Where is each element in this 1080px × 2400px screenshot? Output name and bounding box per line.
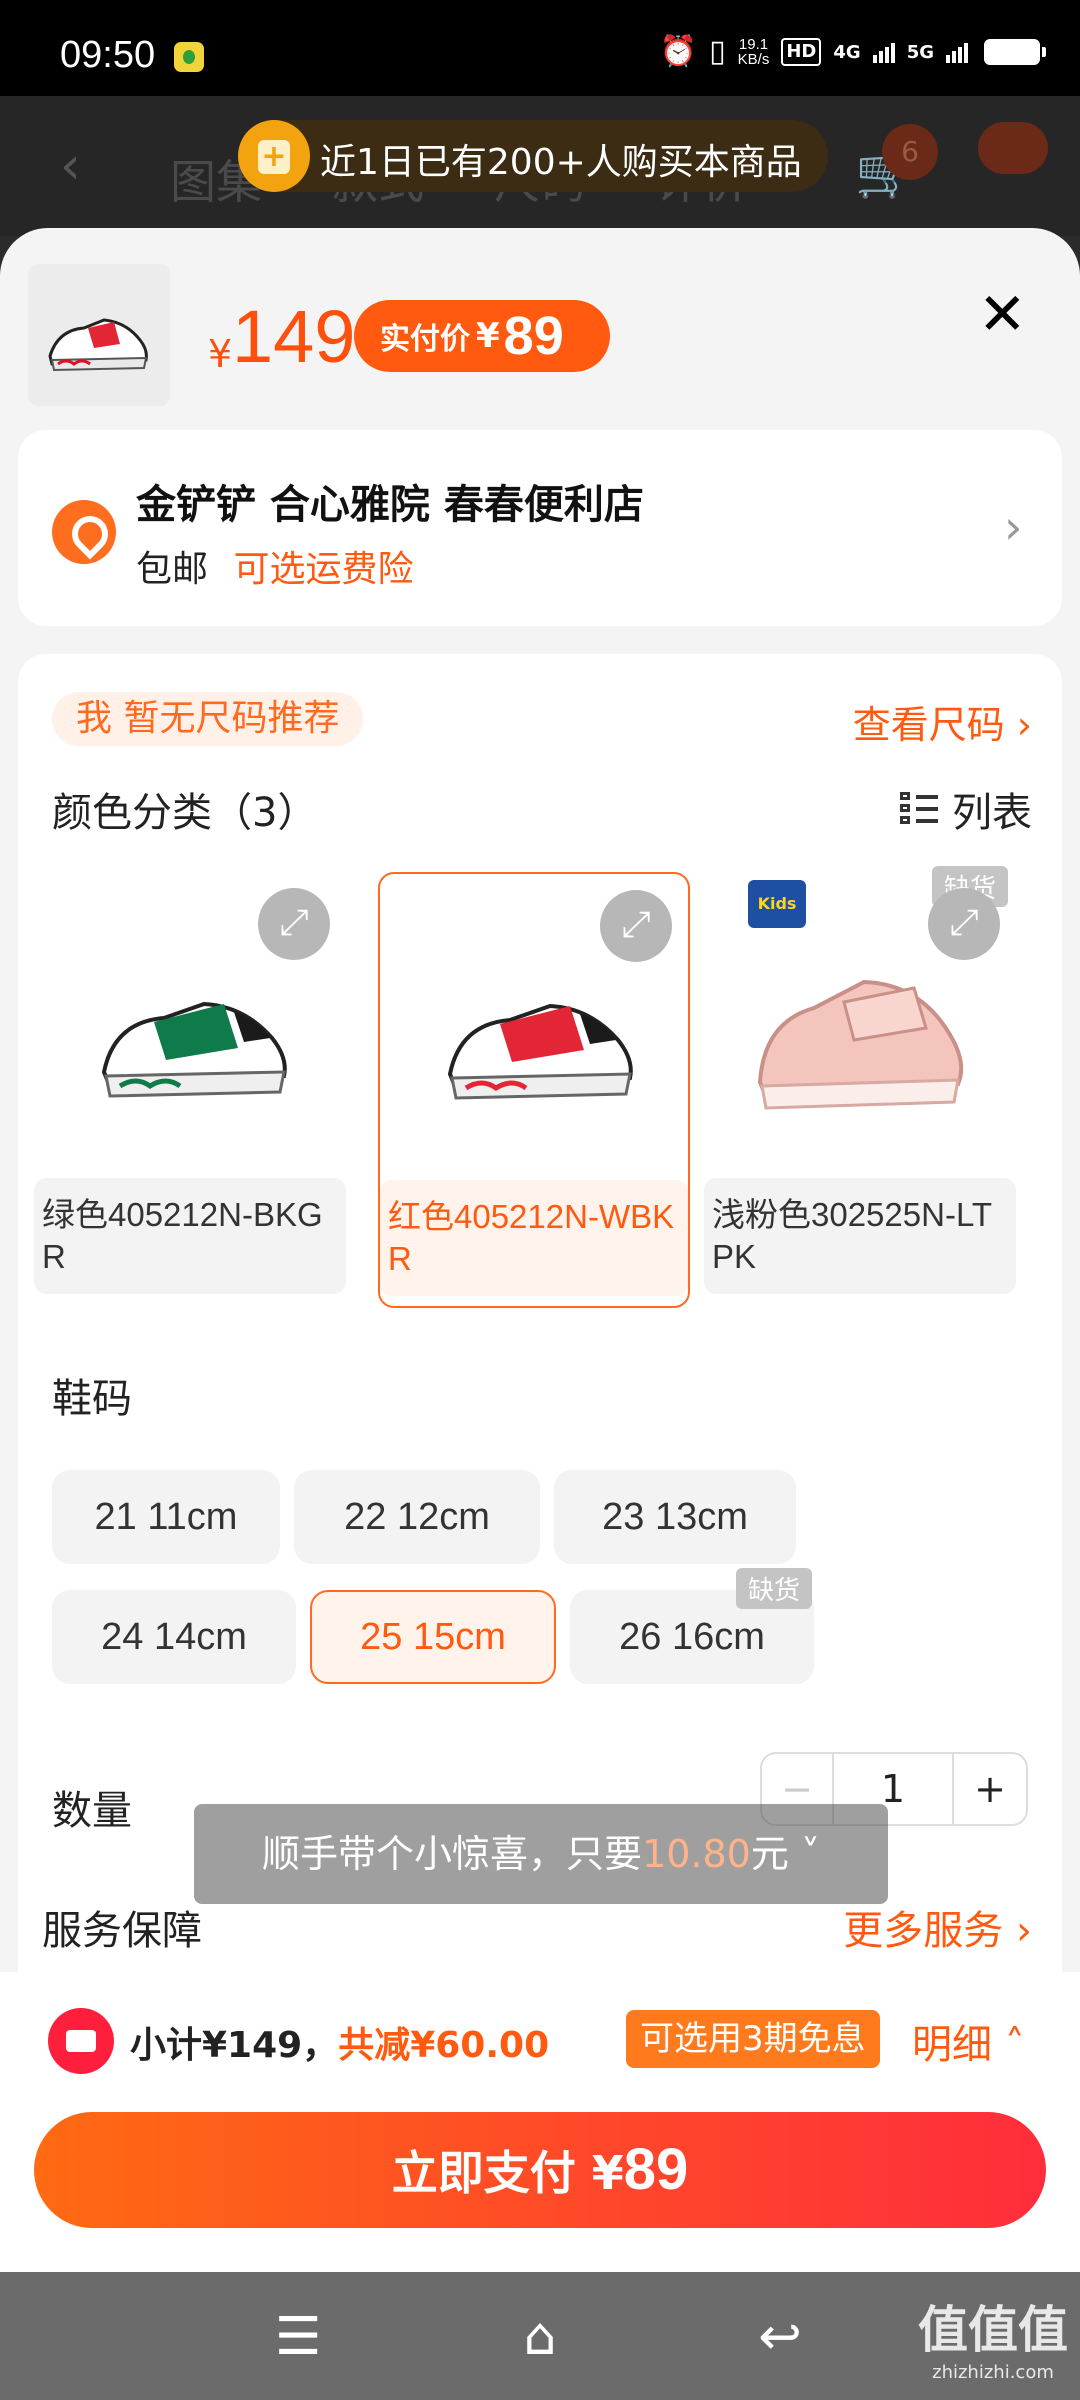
shipping-insurance-link[interactable]: 可选运费险 xyxy=(233,549,413,590)
color-label: 绿色405212N-BKGR xyxy=(34,1178,346,1294)
store-card[interactable]: 金铲铲 合心雅院 春春便利店 包邮 可选运费险 › xyxy=(18,430,1062,626)
signal-icon-2 xyxy=(946,41,968,63)
watermark: 值值值 zhizhizhi.com xyxy=(918,2290,1068,2383)
promo-text: 近1日已有200+人购买本商品 xyxy=(320,142,802,183)
color-option-green[interactable]: ⤢ 绿色405212N-BKGR xyxy=(34,872,346,1308)
size-option-25[interactable]: 25 15cm xyxy=(310,1590,556,1684)
cart-badge: 6 xyxy=(882,124,938,180)
pay-now-currency: ¥ xyxy=(591,2146,624,2200)
more-icon[interactable] xyxy=(978,122,1048,174)
vibrate-icon: ▯ xyxy=(709,34,726,69)
color-label: 浅粉色302525N-LTPK xyxy=(704,1178,1016,1294)
checkout-bar: 小计¥149，共减¥60.00 可选用3期免息 明细 ˄ 立即支付 ¥89 xyxy=(0,1972,1080,2272)
coupon-icon xyxy=(48,2008,114,2074)
upsell-toast[interactable]: 顺手带个小惊喜，只要10.80元 ˅ xyxy=(194,1804,888,1904)
size-option-24[interactable]: 24 14cm xyxy=(52,1590,296,1684)
app-notification-icon xyxy=(174,42,204,72)
size-option-23[interactable]: 23 13cm xyxy=(554,1470,796,1564)
home-icon[interactable]: ⌂ xyxy=(500,2302,580,2372)
toast-amount: 10.80 xyxy=(642,1832,751,1876)
quantity-title: 数量 xyxy=(52,1788,132,1834)
promo-banner: 近1日已有200+人购买本商品 xyxy=(238,120,828,192)
size-option-22[interactable]: 22 12cm xyxy=(294,1470,540,1564)
store-name: 金铲铲 合心雅院 春春便利店 xyxy=(136,482,644,528)
hd-icon: HD xyxy=(781,38,822,66)
status-icons: ⏰ ▯ 19.1 KB/s HD 4G 5G xyxy=(659,32,1046,72)
menu-icon[interactable]: ☰ xyxy=(258,2302,338,2372)
back-nav-icon[interactable]: ↩ xyxy=(740,2302,820,2372)
free-shipping-label: 包邮 xyxy=(136,549,209,590)
actual-price-tag: 实付价 ¥ 89 xyxy=(354,300,610,372)
net-speed: 19.1 KB/s xyxy=(737,36,770,68)
network-4g-label: 4G xyxy=(833,41,861,63)
price: 149 xyxy=(232,295,356,378)
shopping-bag-icon xyxy=(238,120,310,192)
pay-now-amount: 89 xyxy=(623,2137,689,2202)
color-section-title: 颜色分类（3） xyxy=(52,790,318,836)
toast-suffix: 元 ˅ xyxy=(750,1832,820,1876)
size-recommendation-badge: 我 暂无尺码推荐 xyxy=(52,692,364,746)
installment-badge[interactable]: 可选用3期免息 xyxy=(626,2010,880,2068)
expand-icon[interactable]: ⤢ xyxy=(928,888,1000,960)
pay-now-button[interactable]: 立即支付 ¥89 xyxy=(34,2112,1046,2228)
alarm-icon: ⏰ xyxy=(659,34,698,69)
color-label: 红色405212N-WBKR xyxy=(380,1180,688,1296)
discount-text: 共减¥60.00 xyxy=(338,2025,550,2066)
price-detail-toggle[interactable]: 明细 ˄ xyxy=(912,2012,1025,2070)
brand-logo: Kids xyxy=(748,880,806,928)
color-option-pink[interactable]: Kids 缺货 ⤢ 浅粉色302525N-LTPK xyxy=(704,866,1016,1308)
shipping-info: 包邮 可选运费险 xyxy=(136,540,413,592)
size-section-title: 鞋码 xyxy=(52,1376,132,1422)
watermark-logo: 值值值 xyxy=(918,2301,1068,2359)
close-icon[interactable]: ✕ xyxy=(978,280,1027,348)
more-services-link[interactable]: 更多服务 › xyxy=(843,1898,1032,1956)
price-currency: ¥ xyxy=(208,332,233,376)
increase-button[interactable]: + xyxy=(954,1754,1026,1824)
subtotal-text: 小计¥149， xyxy=(130,2025,339,2066)
product-thumbnail[interactable] xyxy=(28,264,170,406)
size-option-21[interactable]: 21 11cm xyxy=(52,1470,280,1564)
signal-icon xyxy=(872,41,895,63)
color-option-red[interactable]: ⤢ 红色405212N-WBKR xyxy=(378,872,690,1308)
service-title: 服务保障 xyxy=(42,1908,202,1954)
list-icon xyxy=(900,790,938,828)
system-nav-bar: ☰ ⌂ ↩ 值值值 zhizhizhi.com xyxy=(0,2272,1080,2400)
list-view-label: 列表 xyxy=(952,790,1032,836)
network-5g-label: 5G xyxy=(906,41,934,63)
product-header: ¥ 149 实付价 ¥ 89 ✕ xyxy=(0,228,1080,428)
expand-icon[interactable]: ⤢ xyxy=(258,888,330,960)
back-icon[interactable]: ‹ xyxy=(60,136,81,196)
actual-price-value: 89 xyxy=(503,306,564,366)
watermark-url: zhizhizhi.com xyxy=(932,2362,1054,2383)
out-of-stock-badge: 缺货 xyxy=(736,1568,813,1609)
subtotal: 小计¥149，共减¥60.00 xyxy=(130,2016,549,2068)
actual-price-label: 实付价 xyxy=(380,322,470,357)
status-time: 09:50 xyxy=(60,34,156,76)
sku-selector-sheet: ¥ 149 实付价 ¥ 89 ✕ 金铲铲 合心雅院 春春便利店 包邮 可选运费险… xyxy=(0,228,1080,2272)
battery-icon xyxy=(984,39,1046,65)
pay-now-label: 立即支付 xyxy=(391,2146,592,2200)
list-view-toggle[interactable]: 列表 xyxy=(900,780,1032,838)
view-size-chart-link[interactable]: 查看尺码 › xyxy=(853,694,1032,749)
actual-price-currency: ¥ xyxy=(476,316,500,356)
location-icon xyxy=(52,500,116,564)
chevron-right-icon: › xyxy=(1004,500,1023,554)
expand-icon[interactable]: ⤢ xyxy=(600,890,672,962)
toast-prefix: 顺手带个小惊喜，只要 xyxy=(262,1832,643,1876)
status-bar: 09:50 ⏰ ▯ 19.1 KB/s HD 4G 5G xyxy=(0,0,1080,96)
